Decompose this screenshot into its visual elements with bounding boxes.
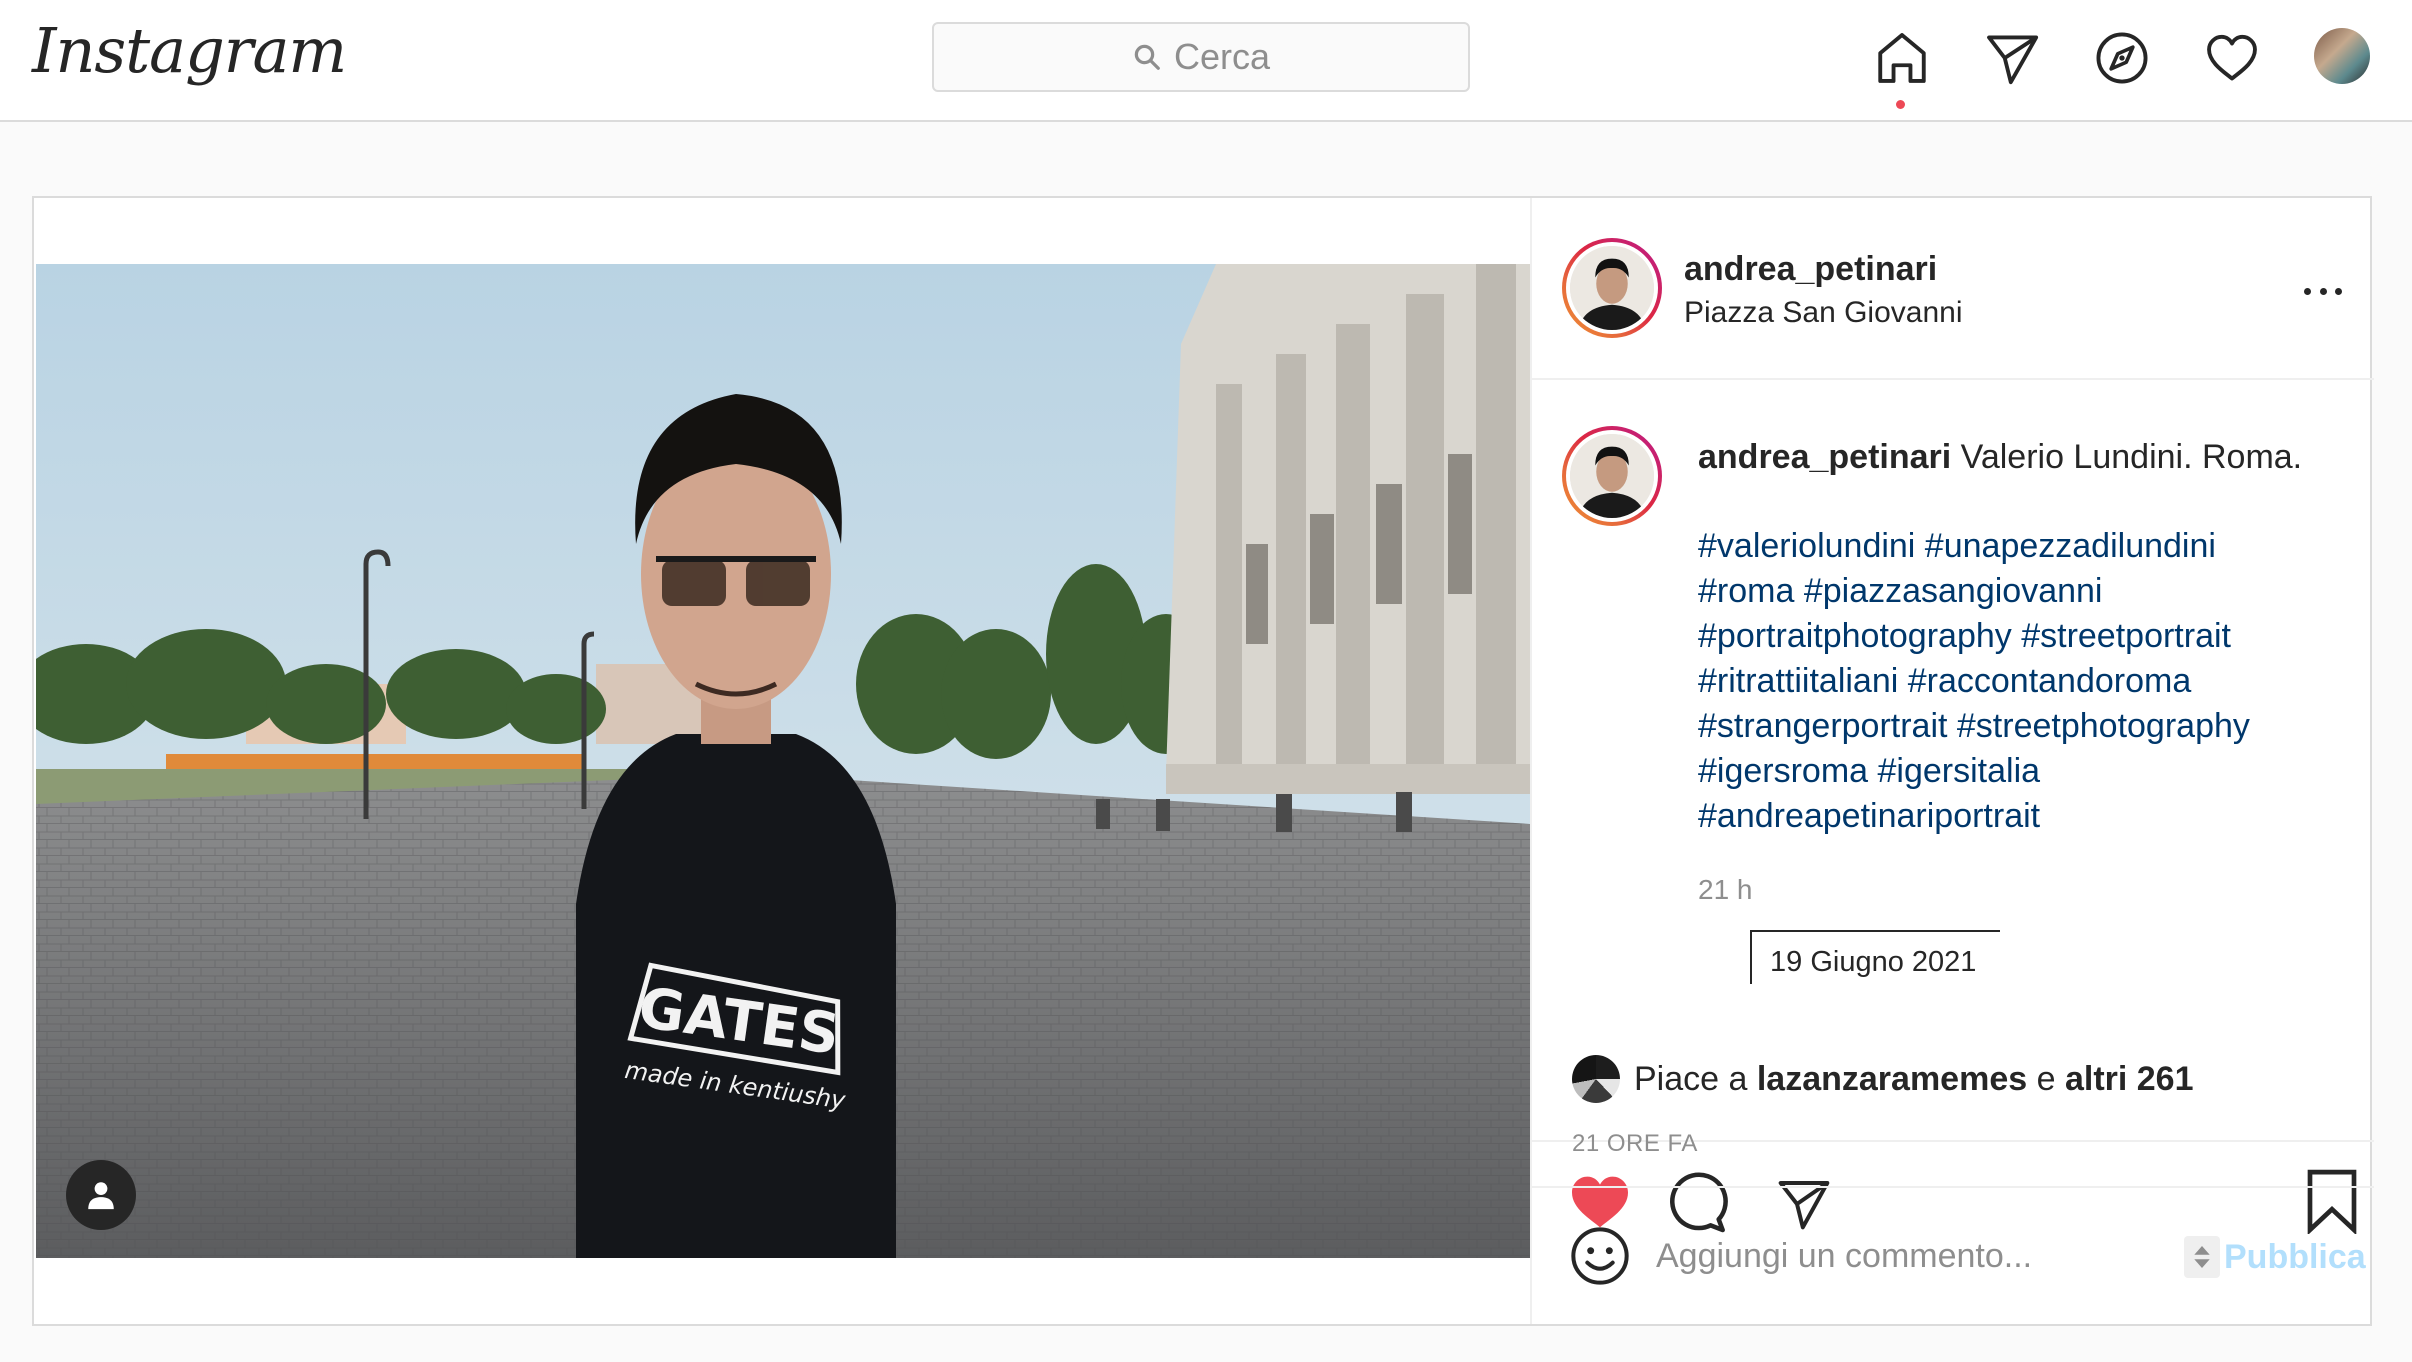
post-side-panel: andrea_petinari Piazza San Giovanni andr… [1530,198,2374,1324]
more-dot [2335,287,2342,295]
top-navigation-bar: Instagram Cerca [0,0,2412,122]
more-options-button[interactable] [2298,274,2348,308]
post-photo-image: GATES made in kentiushy [36,264,1530,1258]
hashtag-line[interactable]: #roma #piazzasangiovanni [1698,569,2250,614]
post-date[interactable]: 21 ORE FA [1572,1130,1698,1158]
resize-handle[interactable] [2184,1236,2220,1278]
activity-heart-icon [2207,34,2257,81]
publish-button[interactable]: Pubblica [2224,1238,2366,1277]
author-username[interactable]: andrea_petinari [1684,250,1937,289]
likes-others-link[interactable]: altri 261 [2065,1060,2194,1099]
more-dot [2304,287,2311,295]
explore-button[interactable] [2092,28,2152,88]
caption: andrea_petinari Valerio Lundini. Roma. [1698,438,2302,477]
caption-username[interactable]: andrea_petinari [1698,438,1951,476]
hashtag-line[interactable]: #strangerportrait #streetphotography [1698,704,2250,749]
home-active-dot [1896,100,1905,109]
likes-prefix: Piace a [1634,1059,1748,1098]
post-photo[interactable]: GATES made in kentiushy [36,264,1530,1258]
post-location[interactable]: Piazza San Giovanni [1684,296,1963,330]
caption-text: Valerio Lundini. Roma. [1960,438,2303,476]
likes-summary: Piace a lazanzaramemes e altri 261 [1572,1054,2194,1104]
tagged-users-button[interactable] [66,1160,136,1230]
profile-avatar[interactable] [2314,28,2370,84]
hashtag-line[interactable]: #valeriolundini #unapezzadilundini [1698,524,2250,569]
search-box[interactable]: Cerca [932,22,1470,92]
caption-block: andrea_petinari Valerio Lundini. Roma. #… [1532,380,2374,1140]
liker-avatar[interactable] [1572,1055,1620,1103]
post-card: GATES made in kentiushy andrea_petinari … [32,196,2374,1326]
search-icon [1134,44,1160,70]
comment-composer: Pubblica [1532,1186,2374,1324]
search-placeholder: Cerca [1173,36,1271,77]
hashtag-line[interactable]: #andreapetinariportrait [1698,794,2250,839]
hashtag-line[interactable]: #igersroma #igersitalia [1698,749,2250,794]
direct-messages-icon [1987,35,2039,85]
activity-button[interactable] [2202,28,2262,88]
instagram-logo[interactable]: Instagram [32,14,347,87]
resize-arrows-icon [2194,1246,2210,1268]
home-button[interactable] [1872,28,1932,88]
likes-connector: e [2036,1059,2056,1098]
emoji-icon [1571,1227,1629,1285]
hashtag-line[interactable]: #portraitphotography #streetportrait [1698,614,2250,659]
more-dot [2319,287,2327,295]
user-tag-icon [88,1182,114,1210]
explore-icon [2096,32,2148,84]
hashtag-list: #valeriolundini #unapezzadilundini #roma… [1698,524,2250,839]
comment-input[interactable] [1656,1224,2136,1288]
liker-username[interactable]: lazanzaramemes [1757,1060,2027,1099]
direct-messages-button[interactable] [1982,28,2042,88]
hashtag-line[interactable]: #ritrattiitaliani #raccontandoroma [1698,659,2250,704]
caption-timestamp[interactable]: 21 h [1698,874,1753,906]
emoji-button[interactable] [1568,1224,1632,1288]
caption-author-avatar[interactable] [1562,426,1662,526]
post-header: andrea_petinari Piazza San Giovanni [1532,198,2374,380]
author-avatar[interactable] [1562,238,1662,338]
home-icon [1878,33,1926,83]
date-tooltip: 19 Giugno 2021 [1750,930,2000,984]
